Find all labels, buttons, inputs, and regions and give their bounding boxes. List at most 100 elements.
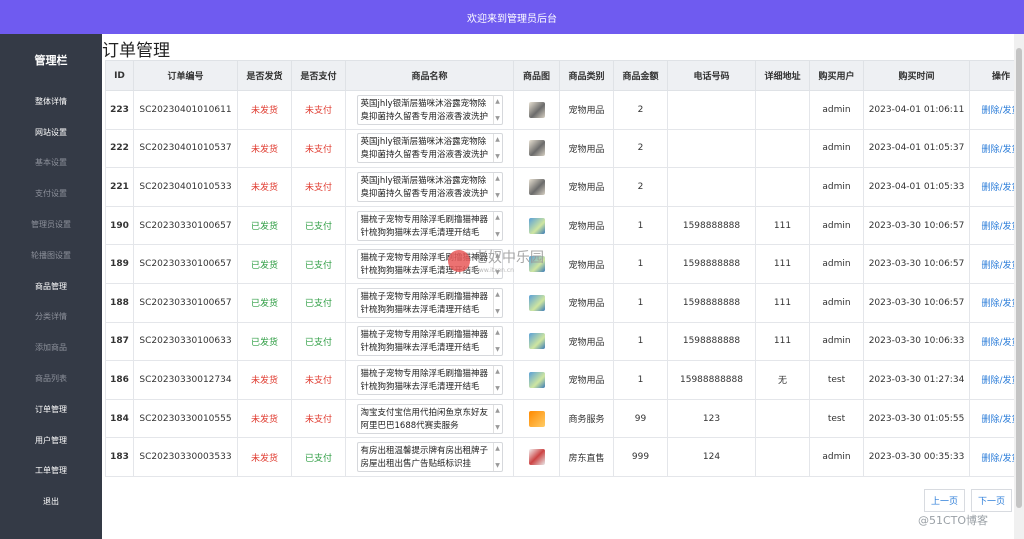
textarea-scrollbar[interactable]: ▲ ▼ [492, 404, 502, 433]
textarea-scrollbar[interactable]: ▲ ▼ [492, 443, 502, 472]
table-row: 222 SC20230401010537 未发货 未支付 英国jhly银渐层猫咪沐浴露宠… [105, 128, 1024, 169]
scroll-down-icon[interactable]: ▼ [495, 346, 500, 353]
delete-link[interactable]: 删除 [981, 261, 999, 271]
scroll-down-icon[interactable]: ▼ [495, 385, 500, 392]
sidebar-item[interactable]: 整体详情 [0, 86, 102, 117]
delete-link[interactable]: 删除 [981, 454, 999, 464]
prev-page-button[interactable]: 上一页 [924, 489, 966, 512]
cell-product-name: 猫梳子宠物专用除浮毛刷撸猫神器针梳狗狗猫咪去浮毛清理开结毛 ▲ ▼ [345, 282, 514, 323]
cell-amount: 1 [613, 321, 668, 362]
product-name-textarea[interactable]: 淘宝支付宝信用代拍闲鱼京东好友阿里巴巴1688代赛卖服务 ▲ ▼ [356, 403, 503, 434]
product-name-textarea[interactable]: 英国jhly银渐层猫咪沐浴露宠物除臭抑菌持久留香专用浴液香波洗护 ▲ ▼ [356, 94, 503, 125]
cell-order-no: SC20230330100633 [133, 321, 238, 362]
scroll-up-icon[interactable]: ▲ [495, 136, 500, 143]
cell-amount: 99 [613, 398, 668, 439]
sidebar-item[interactable]: 网站设置 [0, 117, 102, 148]
cell-id: 223 [105, 90, 134, 130]
scroll-down-icon[interactable]: ▼ [495, 153, 500, 160]
scroll-up-icon[interactable]: ▲ [495, 329, 500, 336]
cell-phone: 1598888888 [667, 244, 756, 284]
cell-shipped: 未发货 [237, 167, 292, 207]
sidebar-item[interactable]: 工单管理 [0, 456, 102, 487]
cell-user: admin [809, 90, 864, 130]
cell-product-image [513, 205, 560, 246]
delete-link[interactable]: 删除 [981, 183, 999, 193]
sidebar-item[interactable]: 商品管理 [0, 271, 102, 302]
cell-paid: 未支付 [291, 398, 346, 439]
scroll-down-icon[interactable]: ▼ [495, 424, 500, 431]
scrollbar-thumb[interactable] [1016, 48, 1022, 508]
textarea-scrollbar[interactable]: ▲ ▼ [492, 327, 502, 356]
sidebar-brand: 管理栏 [34, 54, 68, 67]
sidebar-item[interactable]: 管理员设置 [0, 209, 102, 240]
scroll-down-icon[interactable]: ▼ [495, 115, 500, 122]
next-page-button[interactable]: 下一页 [971, 489, 1013, 512]
cell-id: 184 [105, 398, 134, 439]
scroll-up-icon[interactable]: ▲ [495, 291, 500, 298]
sidebar-item[interactable]: 支付设置 [0, 178, 102, 209]
cell-paid: 已支付 [291, 437, 346, 477]
main-content: 订单管理 ID 订单编号 是否发货 是否支付 商品名称 商品图 商品类别 商品金额 电话号码 详细… [102, 34, 1024, 539]
scroll-up-icon[interactable]: ▲ [495, 252, 500, 259]
delete-link[interactable]: 删除 [981, 299, 999, 309]
sidebar-item[interactable]: 退出 [0, 486, 102, 517]
page-title: 订单管理 [102, 41, 170, 61]
product-name-textarea[interactable]: 猫梳子宠物专用除浮毛刷撸猫神器针梳狗狗猫咪去浮毛清理开结毛 ▲ ▼ [356, 249, 503, 280]
cell-time: 2023-03-30 10:06:57 [863, 205, 970, 246]
sidebar-item[interactable]: 用户管理 [0, 425, 102, 456]
cell-id: 190 [105, 205, 134, 246]
delete-link[interactable]: 删除 [981, 106, 999, 116]
delete-link[interactable]: 删除 [981, 145, 999, 155]
sidebar-item[interactable]: 商品列表 [0, 363, 102, 394]
product-name-textarea[interactable]: 英国jhly银渐层猫咪沐浴露宠物除臭抑菌持久留香专用浴液香波洗护 ▲ ▼ [356, 171, 503, 202]
product-thumbnail [528, 371, 545, 388]
product-name-textarea[interactable]: 猫梳子宠物专用除浮毛刷撸猫神器针梳狗狗猫咪去浮毛清理开结毛 ▲ ▼ [356, 326, 503, 357]
textarea-scrollbar[interactable]: ▲ ▼ [492, 365, 502, 394]
textarea-scrollbar[interactable]: ▲ ▼ [492, 172, 502, 201]
sidebar-item[interactable]: 添加商品 [0, 332, 102, 363]
sidebar-item[interactable]: 订单管理 [0, 394, 102, 425]
product-name-textarea[interactable]: 猫梳子宠物专用除浮毛刷撸猫神器针梳狗狗猫咪去浮毛清理开结毛 ▲ ▼ [356, 287, 503, 318]
product-name-textarea[interactable]: 猫梳子宠物专用除浮毛刷撸猫神器针梳狗狗猫咪去浮毛清理开结毛 ▲ ▼ [356, 364, 503, 395]
textarea-scrollbar[interactable]: ▲ ▼ [492, 211, 502, 240]
cell-phone: 1598888888 [667, 321, 756, 362]
scroll-down-icon[interactable]: ▼ [495, 231, 500, 238]
scroll-up-icon[interactable]: ▲ [495, 214, 500, 221]
sidebar-item[interactable]: 分类详情 [0, 302, 102, 333]
textarea-scrollbar[interactable]: ▲ ▼ [492, 95, 502, 124]
page-scrollbar[interactable] [1014, 34, 1024, 539]
textarea-scrollbar[interactable]: ▲ ▼ [492, 288, 502, 317]
cell-product-name: 英国jhly银渐层猫咪沐浴露宠物除臭抑菌持久留香专用浴液香波洗护 ▲ ▼ [345, 90, 514, 130]
cell-time: 2023-03-30 10:06:57 [863, 244, 970, 284]
cell-shipped: 未发货 [237, 90, 292, 130]
table-row: 183 SC20230330003533 未发货 已支付 有房出租温馨提示牌有房出租牌子… [105, 437, 1024, 477]
scroll-up-icon[interactable]: ▲ [495, 98, 500, 105]
product-name-text: 猫梳子宠物专用除浮毛刷撸猫神器针梳狗狗猫咪去浮毛清理开结毛 [360, 214, 489, 238]
textarea-scrollbar[interactable]: ▲ ▼ [492, 250, 502, 279]
scroll-down-icon[interactable]: ▼ [495, 192, 500, 199]
product-name-textarea[interactable]: 猫梳子宠物专用除浮毛刷撸猫神器针梳狗狗猫咪去浮毛清理开结毛 ▲ ▼ [356, 210, 503, 241]
cell-category: 房东直售 [559, 437, 614, 477]
sidebar-item[interactable]: 轮播图设置 [0, 240, 102, 271]
scroll-up-icon[interactable]: ▲ [495, 407, 500, 414]
sidebar-item[interactable]: 基本设置 [0, 148, 102, 179]
delete-link[interactable]: 删除 [981, 376, 999, 386]
scroll-up-icon[interactable]: ▲ [495, 368, 500, 375]
delete-link[interactable]: 删除 [981, 415, 999, 425]
textarea-scrollbar[interactable]: ▲ ▼ [492, 134, 502, 163]
column-header: 详细地址 [755, 60, 810, 91]
scroll-down-icon[interactable]: ▼ [495, 462, 500, 469]
column-header: ID [105, 60, 134, 91]
product-name-textarea[interactable]: 英国jhly银渐层猫咪沐浴露宠物除臭抑菌持久留香专用浴液香波洗护 ▲ ▼ [356, 133, 503, 164]
scroll-up-icon[interactable]: ▲ [495, 175, 500, 182]
cell-phone [667, 128, 756, 169]
delete-link[interactable]: 删除 [981, 222, 999, 232]
pagination: 上一页 下一页 [924, 489, 1013, 512]
delete-link[interactable]: 删除 [981, 338, 999, 348]
product-name-textarea[interactable]: 有房出租温馨提示牌有房出租牌子房屋出租出售广告贴纸标识挂 ▲ ▼ [356, 442, 503, 473]
scroll-up-icon[interactable]: ▲ [495, 445, 500, 452]
product-thumbnail [528, 410, 545, 427]
scroll-down-icon[interactable]: ▼ [495, 269, 500, 276]
scroll-down-icon[interactable]: ▼ [495, 308, 500, 315]
cell-order-no: SC20230330100657 [133, 244, 238, 284]
